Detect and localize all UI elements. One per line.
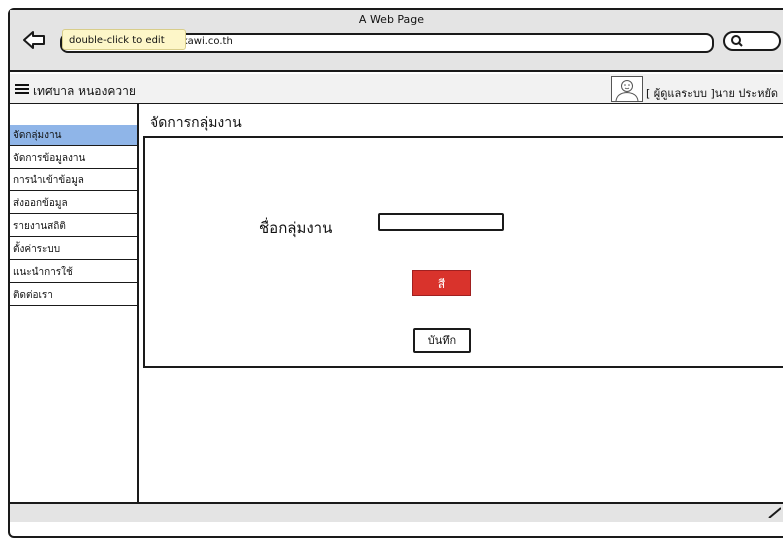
page-title: จัดการกลุ่มงาน	[150, 115, 242, 131]
sidebar-item-import[interactable]: การนำเข้าข้อมูล	[10, 170, 137, 191]
sidebar-item-export[interactable]: ส่งออกข้อมูล	[10, 193, 137, 214]
user-label[interactable]: [ ผู้ดูแลระบบ ]นาย ประหยัด	[646, 84, 778, 102]
group-name-label: ชื่อกลุ่มงาน	[259, 219, 333, 237]
group-name-input[interactable]	[378, 213, 504, 231]
save-button[interactable]: บันทึก	[413, 328, 471, 353]
back-arrow-icon[interactable]	[22, 30, 46, 50]
edit-tooltip: double-click to edit	[62, 29, 186, 50]
app-title: เทศบาล หนองควาย	[33, 84, 136, 98]
sidebar-item-guide[interactable]: แนะนำการใช้	[10, 262, 137, 283]
hamburger-menu-icon[interactable]	[15, 84, 29, 94]
status-bar	[10, 502, 783, 522]
sidebar-item-data-management[interactable]: จัดการข้อมูลงาน	[10, 148, 137, 169]
toolbar-divider	[10, 70, 783, 72]
color-button[interactable]: สี	[412, 270, 471, 296]
sidebar-item-settings[interactable]: ตั้งค่าระบบ	[10, 239, 137, 260]
sidebar-item-group-management[interactable]: จัดกลุ่มงาน	[10, 125, 137, 146]
sidebar-item-contact[interactable]: ติดต่อเรา	[10, 285, 137, 306]
resize-handle-icon[interactable]	[765, 506, 781, 518]
window-title: A Web Page	[358, 13, 425, 26]
search-icon[interactable]	[722, 30, 782, 52]
user-avatar-icon[interactable]	[611, 76, 643, 102]
sidebar-item-statistics[interactable]: รายงานสถิติ	[10, 216, 137, 237]
